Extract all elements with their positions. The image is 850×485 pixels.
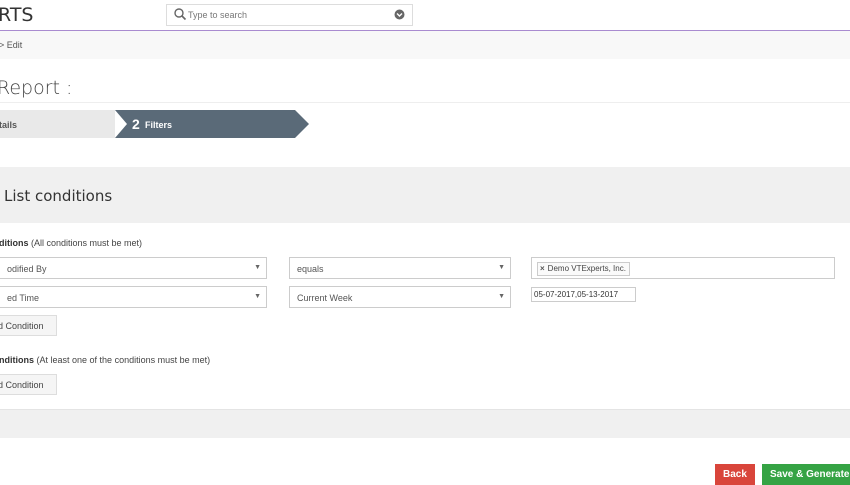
condition-field-select[interactable]: odified By ▼ (0, 257, 267, 279)
back-button[interactable]: Back (715, 464, 755, 485)
search-options-icon[interactable] (394, 9, 405, 20)
any-conditions-label: nditions (At least one of the conditions… (0, 355, 210, 365)
divider (0, 102, 850, 103)
panel-title: List conditions (4, 187, 113, 205)
step-filters[interactable]: 2 Filters (115, 110, 309, 138)
save-generate-button[interactable]: Save & Generate (762, 464, 850, 485)
any-conditions-heading: nditions (0, 355, 34, 365)
selected-value: ed Time (7, 293, 40, 303)
page-title: Report : (0, 77, 73, 99)
step-details[interactable]: tails (0, 110, 115, 138)
global-search[interactable] (166, 4, 413, 26)
all-conditions-label: ditions (All conditions must be met) (0, 238, 142, 248)
condition-operator-select[interactable]: Current Week ▼ (289, 286, 511, 308)
caret-down-icon: ▼ (498, 264, 505, 271)
condition-value-multiselect[interactable]: × Demo VTExperts, Inc. (531, 257, 835, 279)
any-conditions-note: (At least one of the conditions must be … (36, 355, 211, 365)
condition-field-select[interactable]: ed Time ▼ (0, 286, 267, 308)
all-conditions-heading: ditions (0, 238, 29, 248)
tag-label: Demo VTExperts, Inc. (547, 264, 626, 273)
add-condition-button[interactable]: d Condition (0, 374, 57, 395)
breadcrumb[interactable]: > Edit (0, 40, 22, 50)
caret-down-icon: ▼ (254, 264, 261, 271)
button-label: Save & Generate (770, 469, 850, 480)
remove-tag-icon[interactable]: × (540, 264, 545, 273)
condition-operator-select[interactable]: equals ▼ (289, 257, 511, 279)
search-input[interactable] (188, 7, 378, 23)
selected-value: odified By (7, 264, 47, 274)
app-logo[interactable]: RTS (0, 4, 34, 26)
step-label: Filters (145, 120, 173, 130)
selected-value: Current Week (297, 293, 353, 303)
panel-footer (0, 409, 850, 438)
button-label: d Condition (0, 321, 44, 331)
value-tag[interactable]: × Demo VTExperts, Inc. (537, 262, 630, 276)
breadcrumb-bar (0, 31, 850, 59)
conditions-panel-header (0, 167, 850, 223)
search-icon (174, 8, 187, 21)
step-number: 2 (132, 116, 140, 132)
caret-down-icon: ▼ (254, 293, 261, 300)
caret-down-icon: ▼ (498, 293, 505, 300)
button-label: d Condition (0, 380, 44, 390)
add-condition-button[interactable]: d Condition (0, 315, 57, 336)
all-conditions-note: (All conditions must be met) (31, 238, 143, 248)
button-label: Back (723, 469, 747, 480)
selected-value: equals (297, 264, 324, 274)
top-bar (0, 0, 850, 31)
date-range-input[interactable]: 05-07-2017,05-13-2017 (531, 287, 636, 302)
step-label: tails (0, 120, 18, 130)
